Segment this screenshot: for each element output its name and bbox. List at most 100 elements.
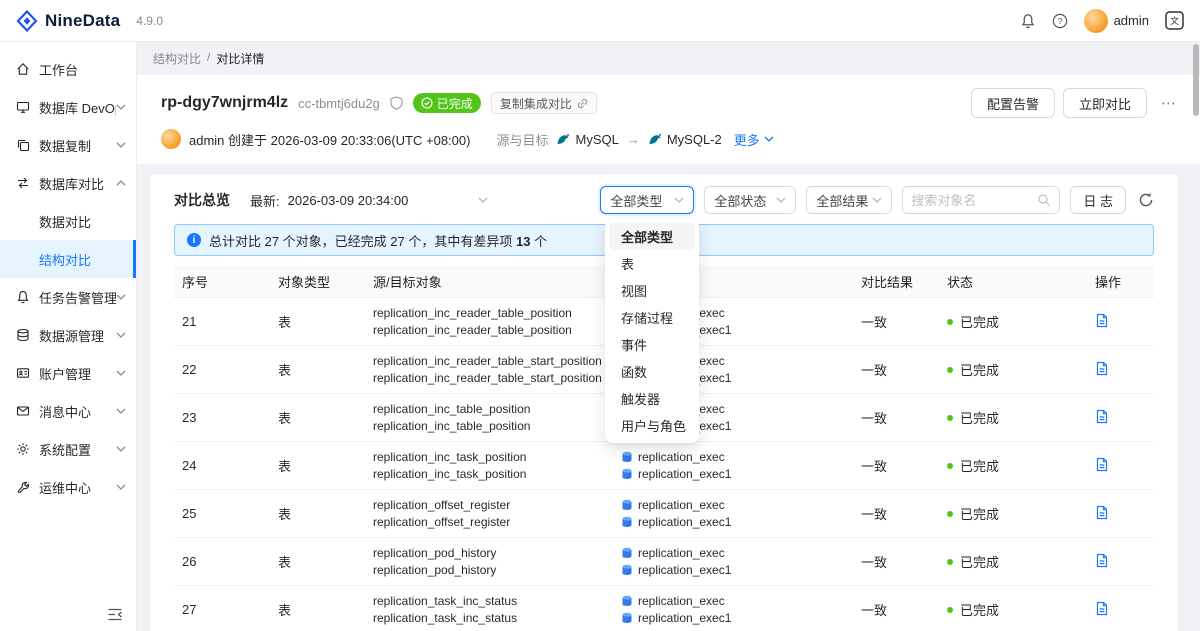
log-button[interactable]: 日 志 bbox=[1070, 186, 1126, 214]
dropdown-option-table[interactable]: 表 bbox=[609, 250, 695, 277]
svg-text:?: ? bbox=[1057, 16, 1062, 26]
sidebar-item-account-management[interactable]: 账户管理 bbox=[0, 354, 136, 392]
scrollbar-thumb[interactable] bbox=[1193, 44, 1199, 116]
sidebar-item-database-comparison[interactable]: 数据库对比 bbox=[0, 164, 136, 202]
cell-objects: replication_inc_reader_table_position rep… bbox=[373, 305, 572, 337]
sidebar-item-workbench[interactable]: 工作台 bbox=[0, 50, 136, 88]
sidebar-item-label: 消息中心 bbox=[39, 404, 92, 420]
refresh-icon[interactable] bbox=[1138, 192, 1154, 208]
cell-objects: replication_offset_register replication_o… bbox=[373, 497, 511, 529]
table-row: 27 表 replication_task_inc_status replicat… bbox=[174, 586, 1154, 631]
sidebar-item-database-devops[interactable]: 数据库 DevOps bbox=[0, 88, 136, 126]
gear-icon bbox=[17, 443, 29, 455]
target-datasource[interactable]: MySQL-2 bbox=[648, 132, 722, 147]
main-content: 结构对比 / 对比详情 rp-dgy7wnjrm4lz cc-tbmtj6du2… bbox=[137, 42, 1200, 631]
chevron-down-icon bbox=[116, 104, 126, 110]
cell-status: 已完成 bbox=[939, 552, 1059, 571]
sidebar-item-label: 运维中心 bbox=[39, 480, 92, 496]
cell-databases: replication_exec replication_exec1 bbox=[613, 497, 853, 531]
cell-type: 表 bbox=[278, 507, 292, 522]
cell-operation bbox=[1059, 505, 1154, 523]
collapse-sidebar-icon[interactable] bbox=[107, 608, 123, 621]
id-card-icon bbox=[16, 368, 30, 378]
compare-now-button[interactable]: 立即对比 bbox=[1062, 88, 1147, 118]
detail-document-icon[interactable] bbox=[1095, 601, 1109, 616]
overview-title: 对比总览 bbox=[174, 192, 230, 208]
cell-operation bbox=[1059, 409, 1154, 427]
sidebar-item-label: 数据对比 bbox=[39, 214, 92, 230]
database-icon bbox=[622, 612, 632, 623]
cell-result: 一致 bbox=[861, 315, 888, 330]
detail-document-icon[interactable] bbox=[1095, 313, 1109, 328]
sidebar-item-message-center[interactable]: 消息中心 bbox=[0, 392, 136, 430]
dropdown-option-all-types[interactable]: 全部类型 bbox=[609, 223, 695, 250]
chevron-down-icon bbox=[116, 370, 126, 376]
cell-no: 22 bbox=[182, 362, 197, 377]
detail-document-icon[interactable] bbox=[1095, 553, 1109, 568]
cell-objects: replication_inc_table_position replicatio… bbox=[373, 401, 531, 433]
dropdown-option-stored-procedure[interactable]: 存储过程 bbox=[609, 304, 695, 331]
breadcrumb-current: 对比详情 bbox=[216, 52, 265, 66]
breadcrumb-separator: / bbox=[207, 50, 211, 64]
col-status: 状态 bbox=[947, 275, 974, 290]
breadcrumb-parent[interactable]: 结构对比 bbox=[153, 50, 201, 67]
type-filter-select[interactable]: 全部类型 bbox=[600, 186, 695, 214]
result-filter-select[interactable]: 全部结果 bbox=[806, 186, 893, 214]
sidebar-item-data-replication[interactable]: 数据复制 bbox=[0, 126, 136, 164]
cell-status: 已完成 bbox=[939, 504, 1059, 523]
dropdown-option-event[interactable]: 事件 bbox=[609, 331, 695, 358]
top-bar: NineData 4.9.0 ? admin 文 bbox=[0, 0, 1200, 42]
version-label: 4.9.0 bbox=[136, 13, 163, 28]
cell-status: 已完成 bbox=[939, 456, 1059, 475]
check-circle-icon bbox=[421, 97, 433, 109]
dropdown-option-user-role[interactable]: 用户与角色 bbox=[609, 412, 695, 439]
more-link[interactable]: 更多 bbox=[734, 130, 774, 149]
detail-document-icon[interactable] bbox=[1095, 505, 1109, 520]
status-dot bbox=[947, 414, 953, 421]
sidebar-item-label: 数据复制 bbox=[39, 138, 92, 154]
more-actions-button[interactable]: ⋯ bbox=[1161, 94, 1176, 112]
creator-avatar bbox=[161, 129, 181, 149]
object-search-input[interactable] bbox=[911, 192, 1034, 208]
sidebar-item-data-comparison[interactable]: 数据对比 bbox=[0, 202, 136, 240]
cell-type: 表 bbox=[278, 411, 292, 426]
breadcrumb: 结构对比 / 对比详情 bbox=[137, 42, 1200, 75]
col-object-type: 对象类型 bbox=[278, 275, 331, 290]
source-target-label: 源与目标 bbox=[496, 132, 549, 148]
dropdown-option-trigger[interactable]: 触发器 bbox=[609, 385, 695, 412]
cell-objects: replication_inc_task_position replication… bbox=[373, 449, 527, 481]
cell-operation bbox=[1059, 361, 1154, 379]
notifications-bell-icon[interactable] bbox=[1020, 13, 1036, 29]
status-dot bbox=[947, 510, 953, 517]
cell-objects: replication_pod_history replication_pod_h… bbox=[373, 545, 497, 577]
brand-logo[interactable]: NineData bbox=[16, 9, 120, 32]
chevron-down-icon bbox=[116, 408, 126, 414]
latest-run-select[interactable]: 最新: 2026-03-09 20:34:00 bbox=[250, 191, 488, 210]
help-icon[interactable]: ? bbox=[1052, 13, 1068, 29]
status-filter-select[interactable]: 全部状态 bbox=[704, 186, 797, 214]
sidebar-item-operations-center[interactable]: 运维中心 bbox=[0, 468, 136, 506]
detail-document-icon[interactable] bbox=[1095, 409, 1109, 424]
vertical-scrollbar[interactable] bbox=[1193, 44, 1199, 629]
sidebar-item-system-configuration[interactable]: 系统配置 bbox=[0, 430, 136, 468]
sidebar-item-structure-comparison[interactable]: 结构对比 bbox=[0, 240, 136, 278]
dropdown-option-view[interactable]: 视图 bbox=[609, 277, 695, 304]
alert-bell-icon bbox=[17, 291, 29, 304]
cell-status: 已完成 bbox=[939, 408, 1059, 427]
user-menu[interactable]: admin bbox=[1083, 8, 1149, 33]
sidebar-item-task-alert-management[interactable]: 任务告警管理 bbox=[0, 278, 136, 316]
dropdown-option-function[interactable]: 函数 bbox=[609, 358, 695, 385]
sidebar-item-datasource-management[interactable]: 数据源管理 bbox=[0, 316, 136, 354]
detail-document-icon[interactable] bbox=[1095, 457, 1109, 472]
col-operation: 操作 bbox=[1095, 275, 1122, 290]
detail-document-icon[interactable] bbox=[1095, 361, 1109, 376]
cell-operation bbox=[1059, 313, 1154, 331]
status-dot bbox=[947, 606, 953, 613]
comparison-type-tag[interactable]: 复制集成对比 bbox=[490, 92, 597, 114]
language-switch-icon[interactable]: 文 bbox=[1165, 11, 1184, 30]
source-datasource[interactable]: MySQL bbox=[556, 132, 619, 147]
svg-text:文: 文 bbox=[1170, 15, 1179, 26]
configure-alert-button[interactable]: 配置告警 bbox=[970, 88, 1055, 118]
cell-type: 表 bbox=[278, 459, 292, 474]
cell-result: 一致 bbox=[861, 507, 888, 522]
